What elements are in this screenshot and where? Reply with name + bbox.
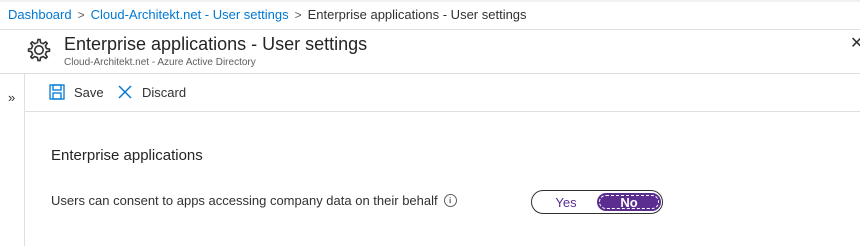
breadcrumb-dashboard[interactable]: Dashboard [8,7,72,22]
consent-toggle[interactable]: Yes No [531,190,663,214]
breadcrumb-current: Enterprise applications - User settings [307,7,527,22]
close-icon [118,85,132,99]
discard-button[interactable]: Discard [117,84,186,100]
toolbar: Save Discard [25,74,860,112]
toggle-option-no[interactable]: No [597,193,661,211]
chevron-right-icon: > [77,7,85,22]
consent-setting-row: Users can consent to apps accessing comp… [51,193,457,208]
close-icon[interactable]: ✕ [850,36,860,52]
consent-setting-label: Users can consent to apps accessing comp… [51,193,438,208]
blade-header: Enterprise applications - User settings … [0,30,860,74]
save-label: Save [74,84,104,100]
save-icon [49,84,65,100]
page-title: Enterprise applications - User settings [64,34,368,54]
save-button[interactable]: Save [49,84,104,100]
discard-label: Discard [142,84,187,100]
side-collapse-column: » [0,74,25,246]
info-icon[interactable]: i [443,194,457,207]
toggle-option-yes[interactable]: Yes [534,193,598,211]
gear-icon [27,38,51,62]
breadcrumb: Dashboard > Cloud-Architekt.net - User s… [0,0,860,30]
chevron-right-icon: > [294,7,302,22]
breadcrumb-user-settings[interactable]: Cloud-Architekt.net - User settings [91,7,289,22]
page-subtitle: Cloud-Architekt.net - Azure Active Direc… [64,57,256,68]
section-title: Enterprise applications [51,147,203,164]
expand-icon[interactable]: » [8,90,15,105]
